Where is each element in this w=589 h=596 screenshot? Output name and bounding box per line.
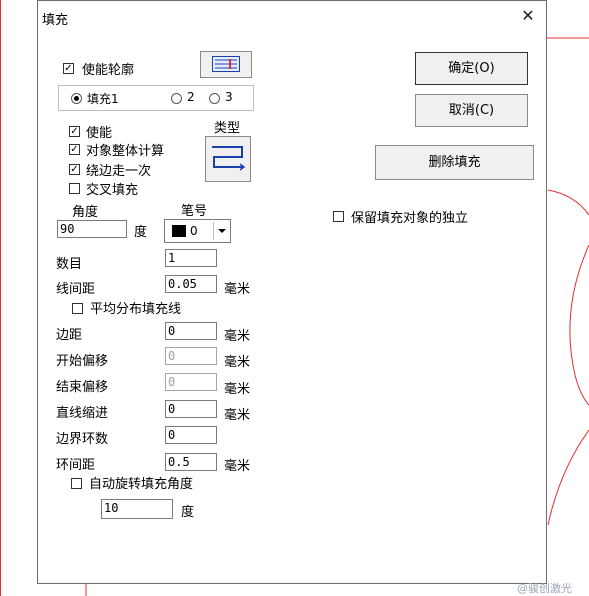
angle-input[interactable]: 90: [57, 220, 127, 238]
fill-type-button[interactable]: [205, 136, 251, 182]
enable-contour-checkbox[interactable]: ✓: [63, 63, 74, 74]
pen-select[interactable]: 0: [164, 219, 231, 243]
cancel-button[interactable]: 取消(C): [415, 94, 528, 127]
radio-fill-2-label: 2: [187, 90, 195, 104]
delete-fill-button[interactable]: 删除填充: [375, 145, 534, 180]
pen-label: 笔号: [181, 204, 208, 219]
auto-rotate-input[interactable]: 10: [101, 499, 173, 519]
contour-pattern-icon: [212, 56, 240, 72]
margin-unit: 毫米: [224, 329, 251, 344]
pen-value: 0: [190, 224, 198, 238]
even-distribute-checkbox[interactable]: [72, 303, 83, 314]
keep-independent-label: 保留填充对象的独立: [351, 211, 469, 226]
margin-input[interactable]: 0: [165, 322, 217, 340]
edge-once-checkbox[interactable]: ✓: [69, 164, 80, 175]
fill-mode-radio-group: 填充1 2 3: [58, 85, 254, 111]
radio-fill-1-label: 填充1: [87, 92, 119, 106]
end-offset-input: 0: [165, 373, 217, 391]
fill-type-icon: [212, 146, 246, 171]
start-offset-unit: 毫米: [224, 355, 251, 370]
ok-button[interactable]: 确定(O): [415, 52, 528, 85]
radio-fill-3[interactable]: [209, 93, 220, 104]
edge-once-label: 绕边走一次: [86, 164, 152, 179]
loop-spacing-label: 环间距: [56, 458, 96, 473]
margin-label: 边距: [56, 328, 83, 343]
enable-contour-label: 使能轮廓: [82, 63, 135, 78]
radio-fill-3-label: 3: [225, 90, 233, 104]
pen-color-swatch: [172, 225, 186, 237]
enable-fill-checkbox[interactable]: ✓: [69, 126, 80, 137]
pen-dropdown-button[interactable]: [213, 222, 230, 240]
loop-spacing-unit: 毫米: [224, 459, 251, 474]
end-offset-label: 结束偏移: [56, 380, 109, 395]
contour-settings-button[interactable]: [200, 51, 252, 78]
radio-fill-2[interactable]: [171, 93, 182, 104]
start-offset-label: 开始偏移: [56, 354, 109, 369]
fill-dialog: 填充 ✕ ✓ 使能轮廓 填充1 2 3 ✓ 使能 ✓ 对象整体计算 ✓ 绕边走一…: [37, 0, 547, 584]
line-indent-input[interactable]: 0: [165, 400, 217, 418]
line-indent-unit: 毫米: [224, 408, 251, 423]
line-spacing-unit: 毫米: [224, 282, 251, 297]
auto-rotate-unit: 度: [181, 505, 195, 520]
auto-rotate-checkbox[interactable]: [71, 478, 82, 489]
cross-fill-checkbox[interactable]: [69, 183, 80, 194]
border-loops-input[interactable]: 0: [165, 426, 217, 444]
even-distribute-label: 平均分布填充线: [90, 302, 182, 317]
count-input[interactable]: 1: [165, 249, 217, 267]
dialog-title: 填充: [42, 13, 69, 28]
angle-unit: 度: [134, 225, 148, 240]
fill-type-label: 类型: [214, 121, 241, 136]
whole-calc-checkbox[interactable]: ✓: [69, 144, 80, 155]
end-offset-unit: 毫米: [224, 382, 251, 397]
close-icon[interactable]: ✕: [516, 5, 540, 27]
angle-label: 角度: [72, 205, 99, 220]
start-offset-input: 0: [165, 347, 217, 365]
line-spacing-input[interactable]: 0.05: [165, 275, 217, 293]
whole-calc-label: 对象整体计算: [86, 144, 165, 159]
radio-fill-1[interactable]: [71, 93, 82, 104]
line-spacing-label: 线间距: [56, 282, 96, 297]
loop-spacing-input[interactable]: 0.5: [165, 453, 217, 471]
keep-independent-checkbox[interactable]: [333, 211, 344, 222]
count-label: 数目: [56, 257, 83, 272]
border-loops-label: 边界环数: [56, 432, 109, 447]
auto-rotate-label: 自动旋转填充角度: [89, 477, 194, 492]
watermark: @骏创激光: [517, 582, 572, 595]
line-indent-label: 直线缩进: [56, 406, 109, 421]
cross-fill-label: 交叉填充: [86, 183, 139, 198]
enable-fill-label: 使能: [86, 126, 113, 141]
chevron-down-icon: [218, 229, 226, 233]
